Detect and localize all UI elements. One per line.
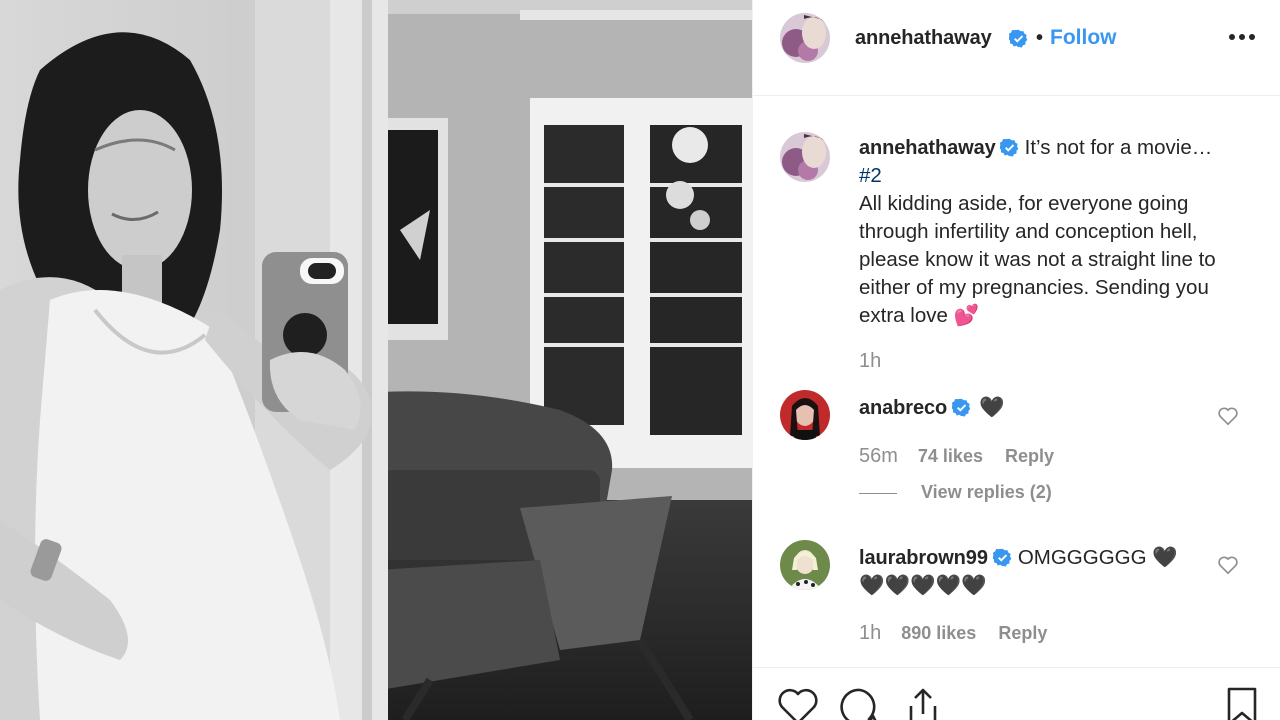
comment-text: OMGGGGGG 🖤: [1017, 546, 1178, 569]
comment-text: 🖤: [979, 396, 1005, 419]
view-replies-button[interactable]: View replies (2): [859, 482, 1052, 503]
view-replies-label: View replies (2): [921, 482, 1052, 502]
comment-meta: 56m 74 likes Reply: [859, 445, 1054, 468]
caption-text: annehathaway It’s not for a movie… #2 All…: [859, 134, 1259, 330]
post-action-bar: [753, 667, 1280, 720]
bookmark-icon[interactable]: [1225, 686, 1259, 720]
caption-body: All kidding aside, for everyone going th…: [859, 192, 1216, 327]
hashtag-link[interactable]: #2: [859, 162, 1259, 190]
post-side-panel: annehathaway • Follow annehathaway It’s n…: [752, 0, 1280, 720]
commenter-username[interactable]: anabreco: [859, 397, 947, 419]
post-photo[interactable]: [0, 0, 752, 720]
commenter-avatar[interactable]: [780, 540, 830, 590]
commenter-avatar[interactable]: [780, 390, 830, 440]
author-username[interactable]: annehathaway: [855, 27, 992, 50]
follow-button[interactable]: Follow: [1050, 26, 1117, 50]
verified-badge-icon: [992, 548, 1012, 567]
comment-meta: 1h 890 likes Reply: [859, 622, 1047, 645]
verified-badge-icon: [999, 138, 1018, 157]
caption-username[interactable]: annehathaway: [859, 137, 996, 159]
share-icon[interactable]: [903, 686, 943, 720]
author-avatar[interactable]: [780, 13, 830, 63]
verified-badge-icon: [952, 398, 971, 417]
like-comment-heart-icon[interactable]: [1217, 406, 1239, 426]
like-comment-heart-icon[interactable]: [1217, 555, 1239, 575]
header-separator: •: [1036, 27, 1044, 49]
comment-text-line2: 🖤🖤🖤🖤🖤: [859, 574, 987, 597]
mirror-selfie-image: [0, 0, 752, 720]
replies-divider: [859, 492, 897, 494]
heart-icon[interactable]: [777, 686, 819, 720]
comment-body: laurabrown99 OMGGGGGG 🖤 🖤🖤🖤🖤🖤: [859, 544, 1209, 600]
post-header: annehathaway • Follow: [753, 0, 1280, 96]
comment-time: 1h: [859, 622, 882, 644]
comment-time: 56m: [859, 445, 898, 467]
commenter-username[interactable]: laurabrown99: [859, 547, 988, 569]
caption-author-avatar[interactable]: [780, 132, 830, 182]
more-options-icon[interactable]: [1229, 34, 1255, 42]
verified-badge-icon: [1009, 29, 1028, 48]
reply-button[interactable]: Reply: [1005, 446, 1054, 466]
caption-timestamp: 1h: [859, 350, 882, 372]
caption-headline: It’s not for a movie…: [1024, 136, 1213, 159]
comment-likes[interactable]: 74 likes: [918, 446, 983, 466]
comment-body: anabreco 🖤: [859, 394, 1209, 422]
comment-icon[interactable]: [839, 686, 881, 720]
comment-likes[interactable]: 890 likes: [901, 623, 976, 643]
reply-button[interactable]: Reply: [998, 623, 1047, 643]
